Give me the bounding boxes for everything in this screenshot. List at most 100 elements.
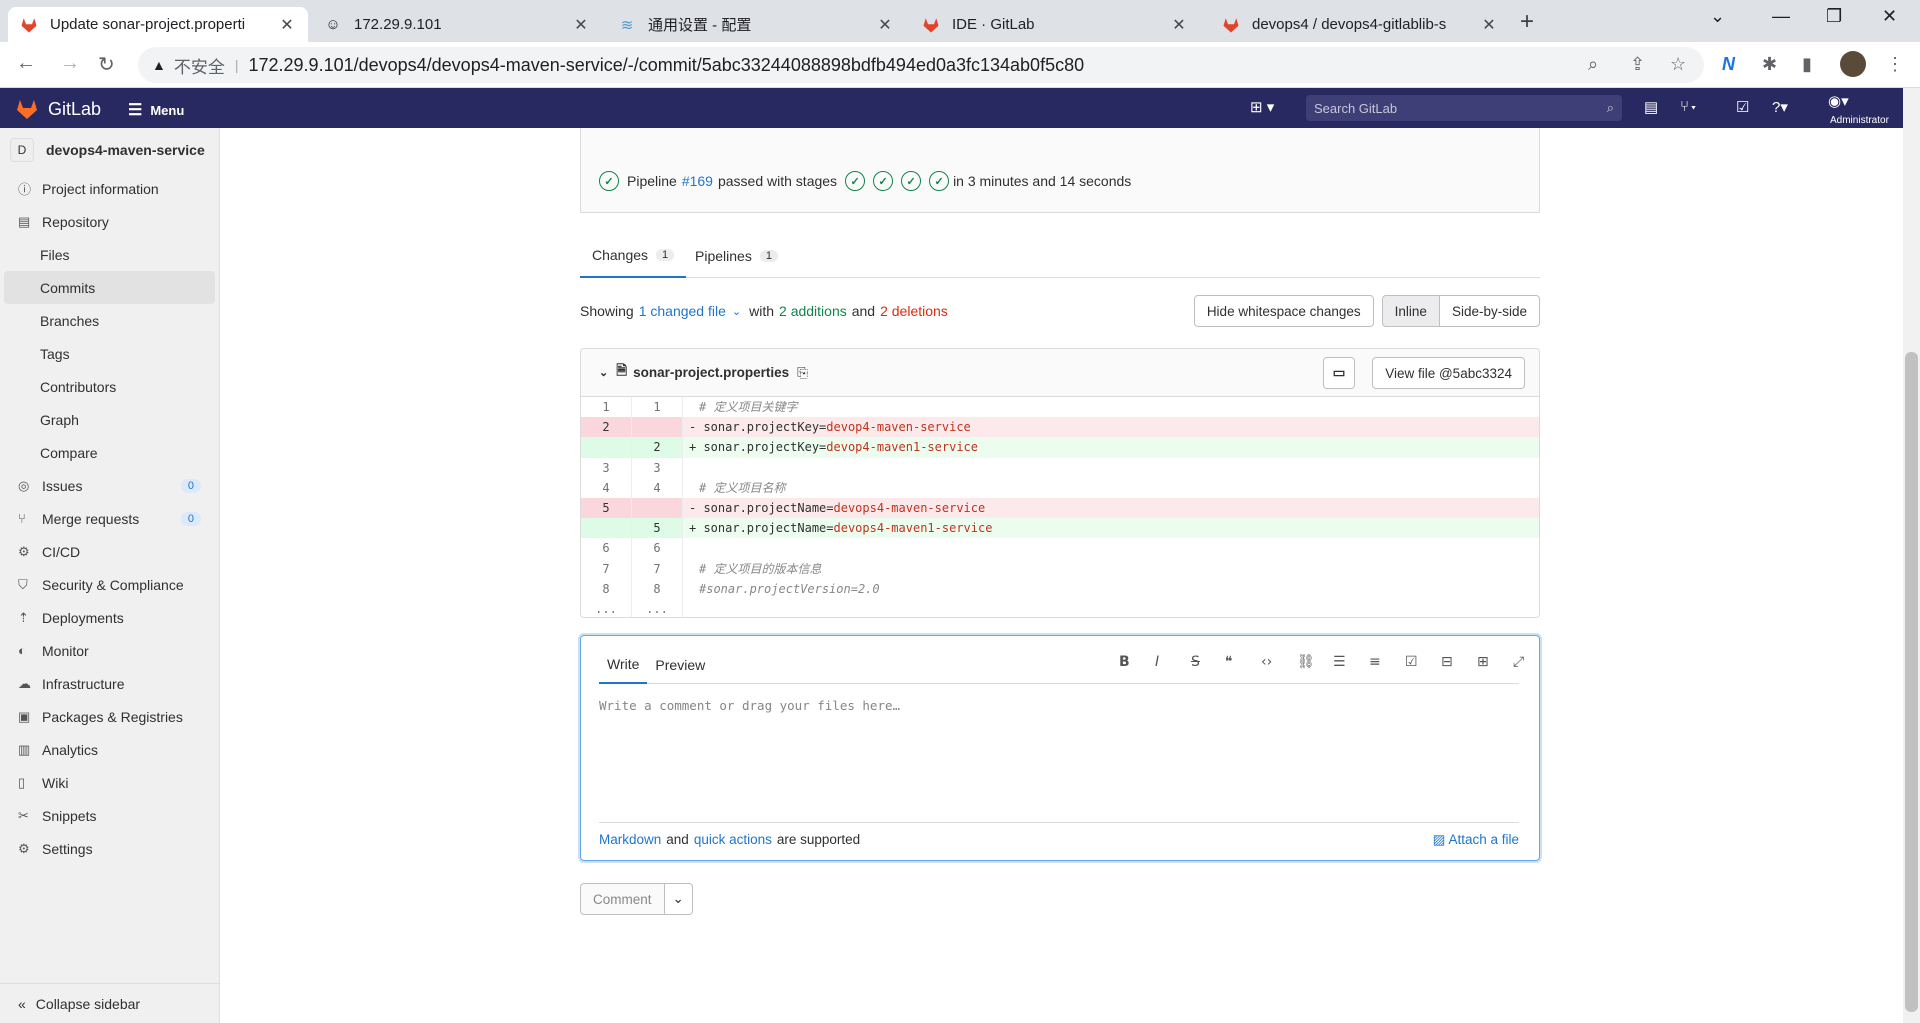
new-tab-icon[interactable]: + [1520, 8, 1534, 36]
user-avatar-icon[interactable]: ◉▾ [1828, 92, 1849, 110]
extension-n-icon[interactable]: N [1722, 54, 1735, 75]
merge-requests-icon[interactable]: ⑂▾ [1680, 98, 1698, 115]
sidebar-item-infrastructure[interactable]: ☁ Infrastructure [0, 667, 219, 700]
close-tab-icon[interactable]: ✕ [876, 15, 894, 35]
new-line-number[interactable]: 1 [632, 397, 683, 418]
hide-whitespace-button[interactable]: Hide whitespace changes [1193, 295, 1374, 327]
sidebar-item-graph[interactable]: Graph [0, 403, 219, 436]
comment-dropdown-icon[interactable]: ⌄ [664, 883, 693, 915]
share-icon[interactable]: ⇪ [1630, 54, 1645, 75]
side-by-side-button[interactable]: Side-by-side [1439, 295, 1540, 327]
close-window-icon[interactable]: ✕ [1882, 6, 1897, 27]
page-scrollbar[interactable] [1903, 88, 1920, 1023]
restore-icon[interactable]: ❐ [1826, 6, 1842, 27]
stage-passed-icon[interactable]: ✓ [929, 171, 950, 191]
minimize-icon[interactable]: — [1772, 6, 1790, 27]
new-line-number[interactable]: 5 [632, 518, 683, 539]
markdown-link[interactable]: Markdown [599, 832, 661, 847]
comment-textarea[interactable]: Write a comment or drag your files here… [599, 698, 900, 713]
expand-lines[interactable]: ... [581, 598, 632, 617]
fullscreen-icon[interactable]: ⤢ [1513, 654, 1524, 670]
sidebar-item-snippets[interactable]: ✂ Snippets [0, 799, 219, 832]
sidebar-item-security[interactable]: ⛉ Security & Compliance [0, 568, 219, 601]
issues-icon[interactable]: ▤ [1644, 98, 1658, 116]
quick-actions-link[interactable]: quick actions [694, 832, 772, 847]
new-line-number[interactable]: 4 [632, 477, 683, 498]
url-bar[interactable]: ▲ 不安全 | 172.29.9.101/devops4/devops4-mav… [138, 47, 1704, 83]
pipeline-link[interactable]: #169 [682, 173, 713, 189]
sidebar-item-tags[interactable]: Tags [0, 337, 219, 370]
sidebar-item-files[interactable]: Files [0, 238, 219, 271]
write-tab[interactable]: Write [599, 646, 648, 684]
code-icon[interactable]: ‹› [1261, 654, 1272, 670]
strikethrough-icon[interactable]: S [1191, 654, 1200, 670]
stage-passed-icon[interactable]: ✓ [901, 171, 922, 191]
zoom-icon[interactable]: ⌕ [1588, 54, 1598, 75]
new-dropdown-icon[interactable]: ⊞ ▾ [1250, 98, 1274, 116]
sidebar-item-compare[interactable]: Compare [0, 436, 219, 469]
old-line-number[interactable]: 1 [581, 397, 632, 418]
browser-tab[interactable]: ☺ 172.29.9.101 ✕ [312, 7, 602, 42]
back-icon[interactable]: ← [16, 52, 36, 75]
sidebar-item-settings[interactable]: ⚙ Settings [0, 832, 219, 865]
changed-files-dropdown[interactable]: 1 changed file [639, 303, 726, 319]
close-tab-icon[interactable]: ✕ [278, 15, 296, 35]
project-header[interactable]: D devops4-maven-service [0, 128, 219, 172]
sidebar-item-merge-requests[interactable]: ⑂ Merge requests 0 [0, 502, 219, 535]
sidebar-item-packages[interactable]: ▣ Packages & Registries [0, 700, 219, 733]
new-line-number[interactable]: 2 [632, 437, 683, 458]
expand-lines[interactable]: ... [632, 598, 683, 617]
new-line-number[interactable]: 6 [632, 538, 683, 559]
stage-passed-icon[interactable]: ✓ [873, 171, 894, 191]
sidebar-item-branches[interactable]: Branches [0, 304, 219, 337]
sidepanel-icon[interactable]: ▮ [1802, 54, 1812, 75]
new-line-number[interactable]: 7 [632, 558, 683, 579]
sidebar-item-repository[interactable]: ▤ Repository [0, 205, 219, 238]
table-icon[interactable]: ⊞ [1477, 654, 1489, 670]
quote-icon[interactable]: ❝ [1225, 654, 1233, 670]
old-line-number[interactable] [581, 437, 632, 458]
url-text[interactable]: 172.29.9.101/devops4/devops4-maven-servi… [249, 55, 1085, 76]
browser-tab[interactable]: devops4 / devops4-gitlablib-s ✕ [1210, 7, 1510, 42]
sidebar-item-wiki[interactable]: ▯ Wiki [0, 766, 219, 799]
sidebar-item-cicd[interactable]: ⚙ CI/CD [0, 535, 219, 568]
tab-search-icon[interactable]: ⌄ [1710, 6, 1725, 27]
more-menu-icon[interactable]: ⋮ [1886, 54, 1904, 75]
browser-tab[interactable]: ≋ 通用设置 - 配置 ✕ [606, 7, 906, 42]
sidebar-item-commits[interactable]: Commits [4, 271, 215, 304]
menu-button[interactable]: ☰ Menu [128, 100, 184, 120]
sidebar-item-contributors[interactable]: Contributors [0, 370, 219, 403]
pipeline-passed-icon[interactable]: ✓ [599, 171, 619, 191]
view-file-button[interactable]: View file @5abc3324 [1372, 357, 1525, 389]
close-tab-icon[interactable]: ✕ [572, 15, 590, 35]
scrollbar-thumb[interactable] [1905, 352, 1918, 1012]
old-line-number[interactable]: 7 [581, 558, 632, 579]
reload-icon[interactable]: ↻ [98, 52, 115, 77]
old-line-number[interactable] [581, 518, 632, 539]
old-line-number[interactable]: 3 [581, 457, 632, 478]
gitlab-home-link[interactable]: GitLab [14, 97, 101, 121]
close-tab-icon[interactable]: ✕ [1170, 15, 1188, 35]
extensions-puzzle-icon[interactable]: ✱ [1762, 54, 1777, 75]
tab-changes[interactable]: Changes 1 [580, 233, 687, 278]
sidebar-item-issues[interactable]: ◎ Issues 0 [0, 469, 219, 502]
profile-avatar[interactable] [1840, 51, 1866, 77]
numbered-list-icon[interactable]: ≡ [1369, 654, 1381, 670]
sidebar-item-deployments[interactable]: ⇡ Deployments [0, 601, 219, 634]
italic-icon[interactable]: I [1155, 654, 1159, 670]
bookmark-star-icon[interactable]: ☆ [1670, 54, 1686, 75]
forward-icon[interactable]: → [60, 52, 80, 75]
link-icon[interactable]: ⛓ [1297, 654, 1315, 670]
old-line-number[interactable]: 6 [581, 538, 632, 559]
inline-button[interactable]: Inline [1381, 295, 1440, 327]
new-line-number[interactable]: 3 [632, 457, 683, 478]
bullet-list-icon[interactable]: ☰ [1333, 654, 1346, 670]
browser-tab-active[interactable]: Update sonar-project.properti ✕ [8, 7, 308, 42]
file-name[interactable]: sonar-project.properties [633, 365, 789, 380]
sidebar-item-analytics[interactable]: ▥ Analytics [0, 733, 219, 766]
old-line-number[interactable]: 5 [581, 497, 632, 519]
task-list-icon[interactable]: ☑ [1405, 654, 1418, 670]
new-line-number[interactable]: 8 [632, 578, 683, 599]
comment-toggle-button[interactable]: ▭ [1323, 357, 1355, 389]
new-line-number[interactable] [632, 417, 683, 438]
